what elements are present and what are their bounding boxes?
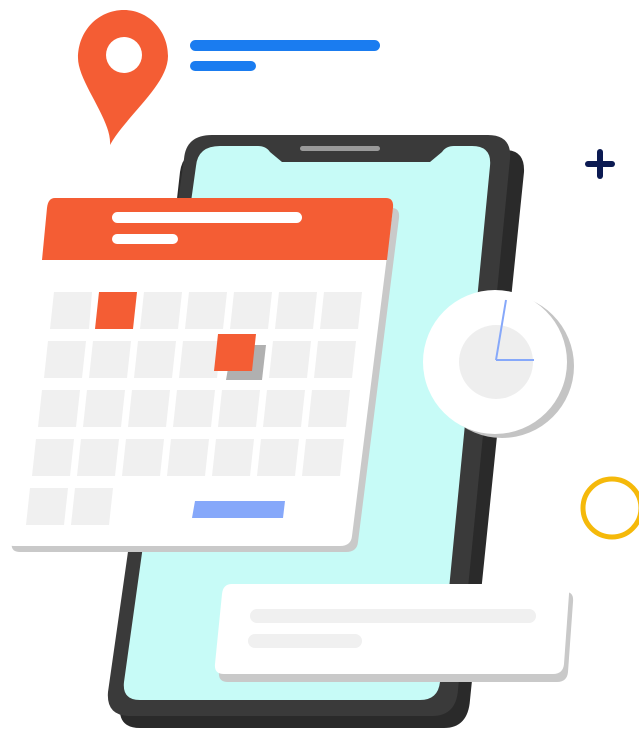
calendar-cell: [167, 439, 209, 476]
calendar-cell: [26, 488, 68, 525]
calendar-cell: [218, 390, 260, 427]
calendar-icon: [5, 198, 400, 552]
calendar-selection-bar: [192, 501, 285, 518]
notification-card-body: [214, 584, 570, 674]
pin-line-long: [190, 40, 380, 51]
notification-line-short: [248, 634, 362, 648]
calendar-cell-highlighted: [95, 292, 137, 329]
calendar-cell: [302, 439, 344, 476]
circle-icon: [580, 476, 639, 540]
clock-inner: [459, 325, 533, 399]
illustration-scene: [0, 0, 639, 734]
calendar-cell: [263, 390, 305, 427]
calendar-cell: [173, 390, 215, 427]
calendar-cell: [77, 439, 119, 476]
calendar-cell: [269, 341, 311, 378]
calendar-cell: [89, 341, 131, 378]
calendar-title-line: [112, 212, 302, 223]
notification-line-long: [250, 609, 536, 623]
calendar-cell: [83, 390, 125, 427]
calendar-header: [42, 198, 394, 260]
calendar-cell: [314, 341, 356, 378]
calendar-cell: [308, 390, 350, 427]
calendar-cell-highlighted: [214, 334, 256, 371]
pin-label-lines: [190, 40, 380, 71]
plus-icon: [585, 149, 615, 179]
calendar-cell: [71, 488, 113, 525]
calendar-cell: [122, 439, 164, 476]
phone-speaker: [300, 146, 380, 151]
calendar-cell: [32, 439, 74, 476]
calendar-cell: [140, 292, 182, 329]
calendar-cell: [44, 341, 86, 378]
calendar-cell: [257, 439, 299, 476]
calendar-cell: [38, 390, 80, 427]
illustration-canvas: [5, 10, 639, 728]
calendar-cell: [50, 292, 92, 329]
calendar-cell: [179, 341, 221, 378]
calendar-cell: [212, 439, 254, 476]
calendar-cell: [185, 292, 227, 329]
pin-line-short: [190, 61, 256, 71]
calendar-cell: [134, 341, 176, 378]
map-pin-icon: [78, 10, 168, 145]
calendar-subtitle-line: [112, 234, 178, 244]
calendar-cell: [275, 292, 317, 329]
notification-card: [214, 584, 574, 682]
calendar-cell: [230, 292, 272, 329]
calendar-cell: [128, 390, 170, 427]
calendar-cell: [320, 292, 362, 329]
